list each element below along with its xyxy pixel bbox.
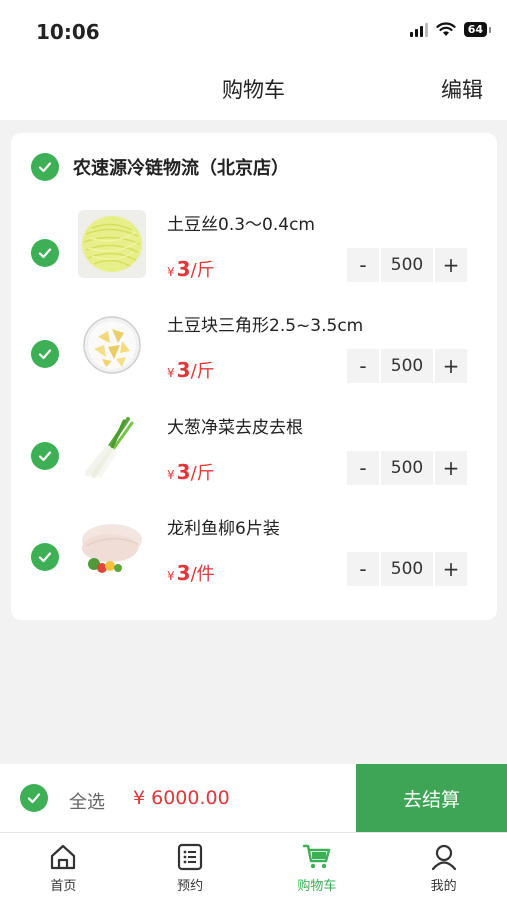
decrease-button[interactable]: - <box>347 552 379 586</box>
store-header: 农速源冷链物流（北京店） <box>31 153 289 181</box>
quantity-stepper: - 500 + <box>347 552 467 586</box>
tab-profile[interactable]: 我的 <box>380 833 507 900</box>
cart-item: 土豆丝0.3～0.4cm ¥3/斤 - 500 + <box>11 210 497 310</box>
tab-label: 我的 <box>430 879 457 894</box>
tab-label: 首页 <box>50 879 77 894</box>
tab-bar: 首页 预约 购物车 我的 <box>0 832 507 900</box>
total-price: ¥ 6000.00 <box>133 787 230 809</box>
signal-icon <box>409 22 428 37</box>
quantity-input[interactable]: 500 <box>381 451 433 485</box>
check-icon <box>38 349 52 360</box>
item-price: ¥3/斤 <box>167 358 215 382</box>
item-name: 龙利鱼柳6片装 <box>167 519 280 539</box>
select-all-checkbox[interactable] <box>20 784 48 812</box>
cart-icon <box>302 844 331 869</box>
tab-home[interactable]: 首页 <box>0 833 127 900</box>
cart-item: 龙利鱼柳6片装 ¥3/件 - 500 + <box>11 514 497 614</box>
item-price: ¥3/斤 <box>167 460 215 484</box>
check-icon <box>38 162 52 173</box>
item-name: 大葱净菜去皮去根 <box>167 418 303 438</box>
edit-button[interactable]: 编辑 <box>441 74 483 104</box>
page-title: 购物车 <box>222 78 285 102</box>
item-name: 土豆丝0.3～0.4cm <box>167 215 315 235</box>
increase-button[interactable]: + <box>435 552 467 586</box>
check-icon <box>38 552 52 563</box>
home-icon <box>51 844 76 870</box>
increase-button[interactable]: + <box>435 248 467 282</box>
nav-bar: 购物车 编辑 <box>0 60 507 120</box>
item-checkbox[interactable] <box>31 543 59 571</box>
cart-item: 土豆块三角形2.5~3.5cm ¥3/斤 - 500 + <box>11 311 497 411</box>
tab-booking[interactable]: 预约 <box>127 833 254 900</box>
battery-icon: 64 <box>463 22 492 37</box>
increase-button[interactable]: + <box>435 451 467 485</box>
increase-button[interactable]: + <box>435 349 467 383</box>
quantity-input[interactable]: 500 <box>381 552 433 586</box>
quantity-stepper: - 500 + <box>347 349 467 383</box>
decrease-button[interactable]: - <box>347 451 379 485</box>
quantity-input[interactable]: 500 <box>381 349 433 383</box>
list-icon <box>178 843 203 871</box>
quantity-stepper: - 500 + <box>347 248 467 282</box>
item-checkbox[interactable] <box>31 239 59 267</box>
quantity-input[interactable]: 500 <box>381 248 433 282</box>
item-name: 土豆块三角形2.5~3.5cm <box>167 316 364 336</box>
shredded-potato-image[interactable] <box>78 210 146 278</box>
status-bar: 10:06 64 <box>0 0 507 60</box>
checkout-button[interactable]: 去结算 <box>356 764 507 832</box>
select-all-label[interactable]: 全选 <box>69 788 105 814</box>
user-icon <box>431 844 456 871</box>
quantity-stepper: - 500 + <box>347 451 467 485</box>
status-time: 10:06 <box>36 20 100 44</box>
store-card: 农速源冷链物流（北京店） 土豆丝0.3～0.4cm ¥3/斤 - 500 + 土… <box>11 133 497 620</box>
item-checkbox[interactable] <box>31 442 59 470</box>
decrease-button[interactable]: - <box>347 248 379 282</box>
item-price: ¥3/件 <box>167 561 215 585</box>
green-onion-image[interactable] <box>78 413 146 481</box>
item-price: ¥3/斤 <box>167 257 215 281</box>
check-icon <box>38 248 52 259</box>
tab-label: 预约 <box>177 879 204 894</box>
store-checkbox[interactable] <box>31 153 59 181</box>
wifi-icon <box>436 22 456 36</box>
tab-cart[interactable]: 购物车 <box>254 833 381 900</box>
check-icon <box>27 793 41 804</box>
store-name: 农速源冷链物流（北京店） <box>73 158 289 179</box>
cart-item: 大葱净菜去皮去根 ¥3/斤 - 500 + <box>11 413 497 513</box>
checkout-bar: 全选 ¥ 6000.00 去结算 <box>0 764 507 832</box>
check-icon <box>38 451 52 462</box>
potato-chunks-image[interactable] <box>78 311 146 379</box>
decrease-button[interactable]: - <box>347 349 379 383</box>
item-checkbox[interactable] <box>31 340 59 368</box>
fish-fillet-image[interactable] <box>78 514 146 582</box>
status-icons: 64 <box>409 22 492 37</box>
tab-label: 购物车 <box>297 879 337 894</box>
